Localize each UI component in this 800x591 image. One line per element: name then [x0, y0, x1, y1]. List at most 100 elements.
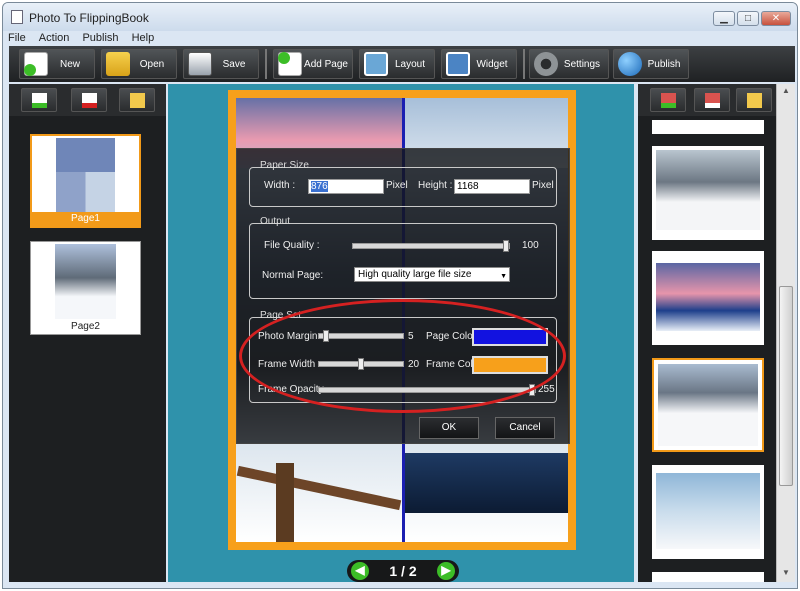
sunset-trees-image: [656, 263, 760, 331]
add-page-button[interactable]: Add Page: [273, 49, 353, 79]
page-thumbnail-image: [55, 244, 116, 319]
save-button[interactable]: Save: [183, 49, 259, 79]
scrollbar-thumb[interactable]: [779, 286, 793, 486]
edit-page-button[interactable]: [119, 88, 155, 112]
edit-page-icon: [130, 93, 145, 108]
new-document-icon: [24, 52, 48, 76]
previous-page-arrow-icon[interactable]: ◀: [351, 562, 369, 580]
settings-button-label: Settings: [563, 59, 601, 70]
width-input-value: 876: [311, 181, 328, 192]
template-thumbnail[interactable]: [652, 572, 764, 582]
page-navigator: ◀ 1 / 2 ▶: [347, 560, 459, 582]
normal-page-label: Normal Page:: [262, 270, 324, 281]
menu-publish[interactable]: Publish: [77, 31, 123, 45]
page-list-toolbar: [9, 84, 166, 116]
publish-globe-icon: [618, 52, 642, 76]
menu-bar: File Action Publish Help: [3, 31, 797, 46]
slider-knob[interactable]: [503, 240, 509, 252]
add-page-icon: [278, 52, 302, 76]
file-quality-slider[interactable]: [352, 240, 510, 252]
layout-button-label: Layout: [394, 59, 426, 70]
close-button[interactable]: ✕: [761, 11, 791, 26]
settings-button[interactable]: Settings: [529, 49, 609, 79]
layout-button[interactable]: Layout: [359, 49, 435, 79]
height-input[interactable]: 1168: [454, 179, 530, 194]
normal-page-select[interactable]: High quality large file size ▼: [354, 267, 510, 282]
page-thumbnail-2[interactable]: Page2: [30, 241, 141, 335]
paper-size-title: Paper Size: [260, 160, 309, 171]
template-thumbnail[interactable]: [652, 146, 764, 240]
paper-size-group: Paper Size Width : 876 Pixel Height : 11…: [249, 160, 557, 207]
title-bar: Photo To FlippingBook ▁ □ ✕: [3, 3, 797, 31]
fence-post: [276, 463, 294, 542]
cancel-button[interactable]: Cancel: [495, 417, 555, 439]
page-thumbnail-image: [56, 138, 115, 213]
template-panel: [638, 84, 776, 582]
maximize-button[interactable]: □: [737, 11, 759, 26]
page-list-panel: Page1 Page2: [9, 84, 166, 582]
minimize-button[interactable]: ▁: [713, 11, 735, 26]
page-thumbnail-caption: Page1: [32, 212, 139, 226]
menu-action[interactable]: Action: [34, 31, 75, 45]
widget-button[interactable]: Widget: [441, 49, 517, 79]
new-button-label: New: [59, 59, 80, 70]
normal-page-select-value: High quality large file size: [358, 269, 472, 280]
template-thumbnail[interactable]: [652, 120, 764, 134]
width-unit: Pixel: [386, 180, 408, 191]
add-template-icon: [661, 93, 676, 108]
open-button[interactable]: Open: [101, 49, 177, 79]
template-toolbar: [638, 84, 776, 116]
height-label: Height :: [418, 180, 453, 191]
publish-button-label: Publish: [647, 59, 681, 70]
open-button-label: Open: [139, 59, 165, 70]
toolbar-separator: [265, 49, 267, 79]
toolbar-separator: [523, 49, 525, 79]
save-disk-icon: [188, 52, 212, 76]
widget-magnifier-icon: [446, 52, 470, 76]
add-page-icon: [32, 93, 47, 108]
height-unit: Pixel: [532, 180, 554, 191]
delete-template-icon: [705, 93, 720, 108]
page-number-indicator: 1 / 2: [389, 563, 417, 579]
delete-template-button[interactable]: [694, 88, 730, 112]
edit-template-icon: [747, 93, 762, 108]
layout-icon: [364, 52, 388, 76]
scroll-down-arrow-icon[interactable]: ▼: [780, 568, 792, 580]
fence-rail: [236, 465, 402, 511]
width-label: Width :: [264, 180, 296, 191]
snowy-hills-image: [656, 150, 760, 230]
barn-snow-image: [656, 473, 760, 549]
save-button-label: Save: [222, 59, 246, 70]
page-thumbnail-1[interactable]: Page1: [30, 134, 141, 228]
template-thumbnail[interactable]: [652, 465, 764, 559]
template-thumbnail-selected[interactable]: [652, 358, 764, 452]
gear-icon: [534, 52, 558, 76]
highlight-circle-annotation: [239, 299, 566, 413]
new-button[interactable]: New: [19, 49, 95, 79]
window-title: Photo To FlippingBook: [29, 11, 149, 25]
add-template-button[interactable]: [650, 88, 686, 112]
output-group: Output File Quality : 100 Normal Page: H…: [249, 216, 557, 299]
edit-template-button[interactable]: [736, 88, 772, 112]
next-page-arrow-icon[interactable]: ▶: [437, 562, 455, 580]
file-quality-value: 100: [522, 240, 539, 251]
chevron-down-icon: ▼: [500, 273, 507, 280]
app-window: Photo To FlippingBook ▁ □ ✕ File Action …: [2, 2, 798, 589]
main-toolbar: New Open Save Add Page Layout Widget Set…: [9, 46, 795, 82]
page-thumbnail-caption: Page2: [31, 320, 140, 334]
menu-help[interactable]: Help: [127, 31, 160, 45]
width-input[interactable]: 876: [308, 179, 384, 194]
add-page-small-button[interactable]: [21, 88, 57, 112]
delete-page-button[interactable]: [71, 88, 107, 112]
template-scrollbar[interactable]: ▲ ▼: [776, 84, 795, 582]
template-thumbnail[interactable]: [652, 251, 764, 345]
delete-page-icon: [82, 93, 97, 108]
scroll-up-arrow-icon[interactable]: ▲: [780, 86, 792, 98]
add-page-button-label: Add Page: [304, 59, 348, 70]
ok-button[interactable]: OK: [419, 417, 479, 439]
output-title: Output: [260, 216, 291, 227]
publish-button[interactable]: Publish: [613, 49, 689, 79]
menu-file[interactable]: File: [3, 31, 31, 45]
mountain-fence-image: [658, 364, 758, 446]
open-folder-icon: [106, 52, 130, 76]
